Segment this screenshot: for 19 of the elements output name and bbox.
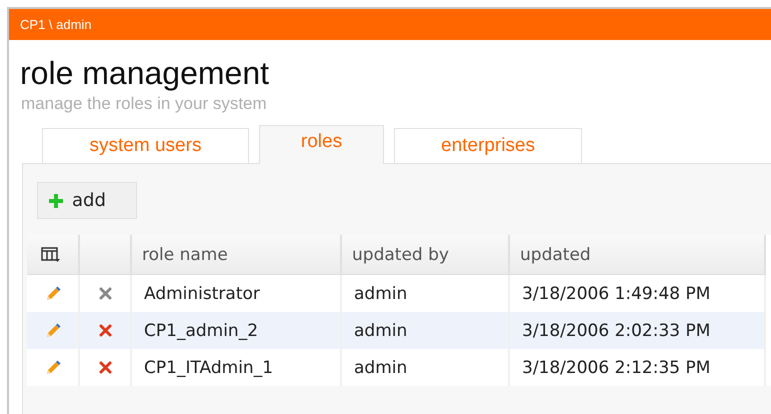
delete-icon[interactable] xyxy=(98,324,112,337)
add-button[interactable]: add xyxy=(37,182,137,219)
column-header[interactable] xyxy=(27,235,80,275)
column-header xyxy=(80,235,132,275)
breadcrumb: CP1 \ admin xyxy=(20,17,92,32)
table-cell: 3/18/2006 2:02:33 PM xyxy=(510,312,766,349)
pencil-icon[interactable] xyxy=(44,322,60,338)
column-header[interactable]: updated by xyxy=(342,235,510,275)
table-cell: admin xyxy=(342,312,510,349)
pencil-icon[interactable] xyxy=(44,286,60,302)
column-chooser-icon[interactable] xyxy=(41,246,61,262)
delete-icon[interactable] xyxy=(98,361,112,374)
column-header[interactable]: updated xyxy=(510,235,766,275)
page-subtitle: manage the roles in your system xyxy=(21,94,268,114)
column-header[interactable]: role name xyxy=(132,235,342,275)
page-title: role management xyxy=(20,54,270,92)
pencil-icon[interactable] xyxy=(44,360,60,376)
table-cell: CP1_admin_2 xyxy=(132,312,342,349)
plus-icon xyxy=(48,192,64,208)
